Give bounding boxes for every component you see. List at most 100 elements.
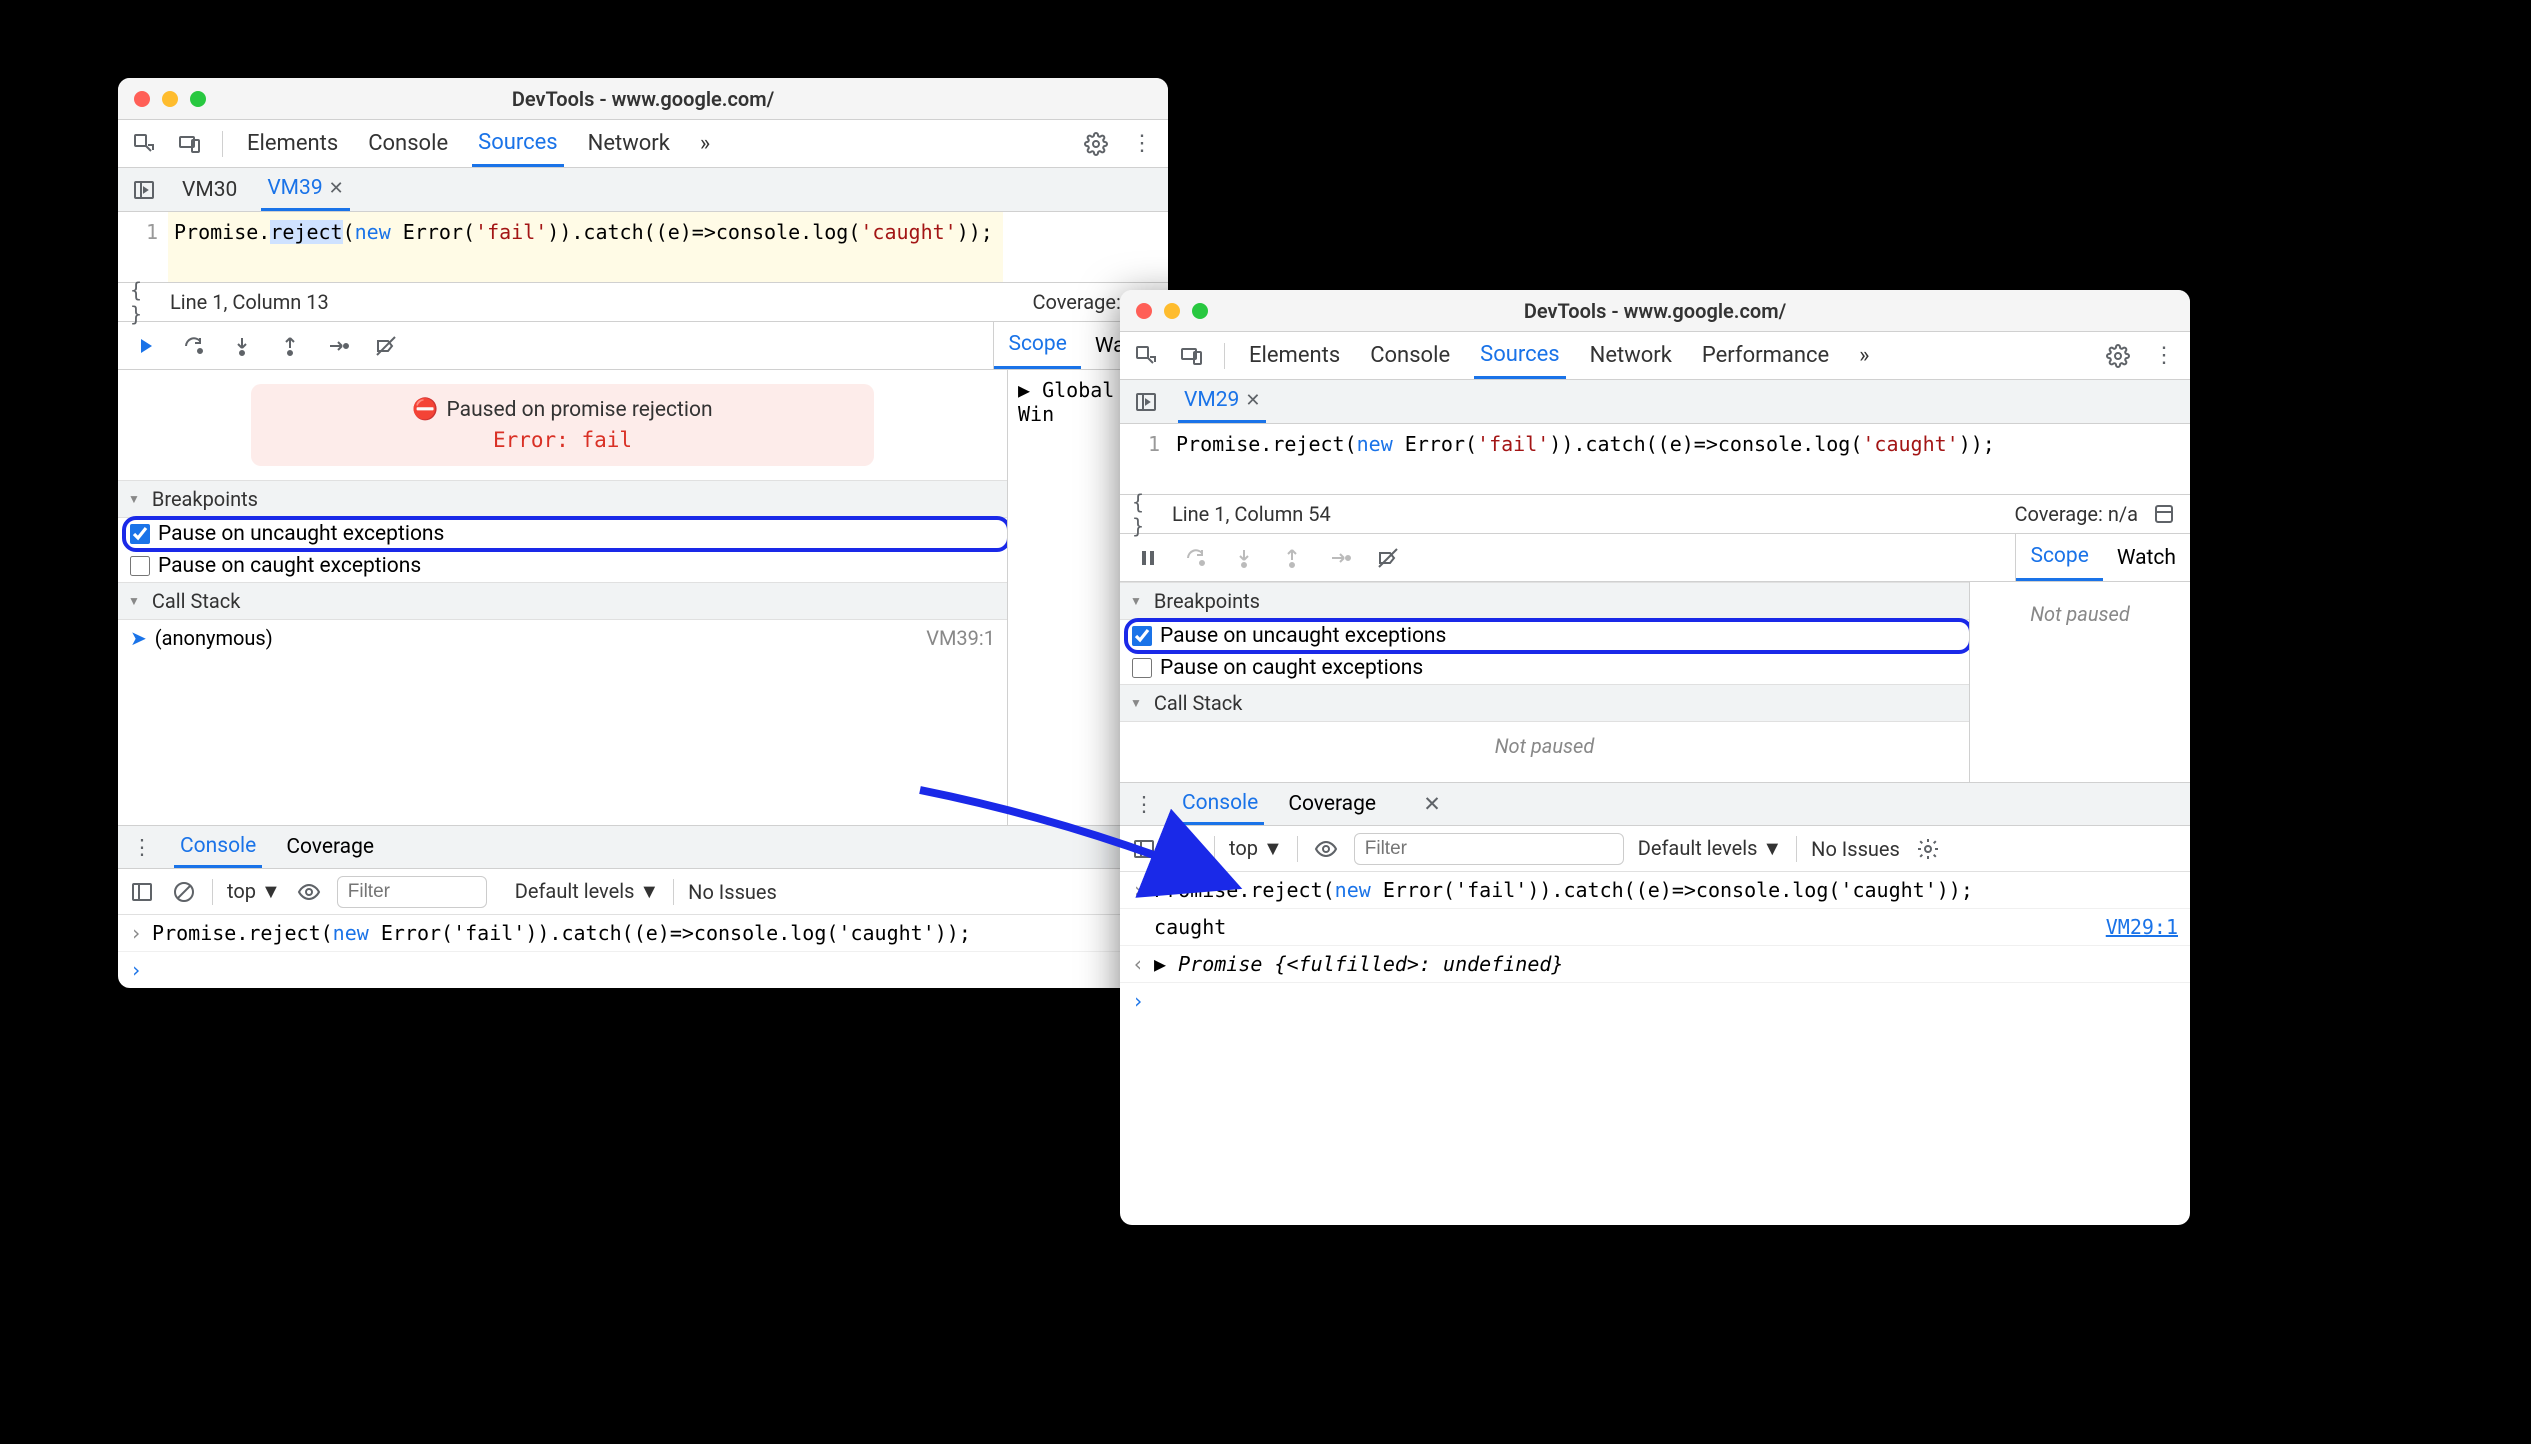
issues-counter[interactable]: No Issues — [688, 880, 777, 904]
tab-console[interactable]: Console — [1364, 332, 1456, 379]
step-into-icon[interactable] — [228, 332, 256, 360]
deactivate-breakpoints-icon[interactable] — [1374, 544, 1402, 572]
file-tab-vm29[interactable]: VM29 ✕ — [1178, 380, 1266, 423]
console-prompt[interactable]: › — [118, 952, 1168, 988]
issues-counter[interactable]: No Issues — [1811, 837, 1900, 861]
file-tabbar: VM30 VM39 ✕ — [118, 168, 1168, 212]
console-sidebar-toggle-icon[interactable] — [128, 878, 156, 906]
console-prompt[interactable]: › — [1120, 983, 2190, 1019]
tabs-overflow-button[interactable]: » — [1853, 332, 1875, 379]
maximize-window-button[interactable] — [1192, 303, 1208, 319]
code-line[interactable]: Promise.reject(new Error('fail')).catch(… — [1170, 424, 2005, 494]
more-menu-icon[interactable]: ⋮ — [1128, 130, 1156, 158]
console-result-line[interactable]: ‹ ▶ Promise {<fulfilled>: undefined} — [1120, 946, 2190, 983]
maximize-window-button[interactable] — [190, 91, 206, 107]
tab-elements[interactable]: Elements — [241, 120, 344, 167]
pause-icon[interactable] — [1134, 544, 1162, 572]
console-settings-gear-icon[interactable] — [1914, 835, 1942, 863]
code-line[interactable]: Promise.reject(new Error('fail')).catch(… — [168, 212, 1003, 282]
scope-not-paused: Not paused — [1980, 590, 2180, 638]
pause-on-uncaught-checkbox[interactable] — [1132, 626, 1152, 646]
inspect-element-icon[interactable] — [130, 130, 158, 158]
editor-statusbar: { } Line 1, Column 13 Coverage: n/a — [118, 282, 1168, 322]
log-levels-selector[interactable]: Default levels ▼ — [1638, 836, 1782, 861]
tab-sources[interactable]: Sources — [472, 120, 564, 167]
console-input-line[interactable]: › Promise.reject(new Error('fail')).catc… — [1120, 872, 2190, 909]
pause-on-caught-checkbox[interactable] — [130, 556, 150, 576]
live-expression-icon[interactable] — [295, 878, 323, 906]
console-filter-input[interactable] — [1354, 833, 1624, 865]
tab-scope[interactable]: Scope — [2016, 534, 2102, 581]
tab-console[interactable]: Console — [362, 120, 454, 167]
callstack-frame[interactable]: ➤ (anonymous) VM39:1 — [118, 620, 1007, 656]
tabs-overflow-button[interactable]: » — [694, 120, 716, 167]
device-toolbar-icon[interactable] — [1178, 342, 1206, 370]
source-editor[interactable]: 1 Promise.reject(new Error('fail')).catc… — [118, 212, 1168, 282]
pretty-print-icon[interactable]: { } — [1132, 500, 1160, 528]
tab-watch[interactable]: Watch — [2103, 534, 2190, 581]
console-sidebar-toggle-icon[interactable] — [1130, 835, 1158, 863]
pause-on-caught-row[interactable]: Pause on caught exceptions — [1120, 652, 1969, 684]
file-tab-vm39[interactable]: VM39 ✕ — [261, 168, 349, 211]
titlebar: DevTools - www.google.com/ — [118, 78, 1168, 120]
pause-on-uncaught-checkbox[interactable] — [130, 524, 150, 544]
drawer-more-icon[interactable]: ⋮ — [1130, 790, 1158, 818]
breakpoints-header[interactable]: Breakpoints — [118, 480, 1007, 518]
tab-performance[interactable]: Performance — [1696, 332, 1835, 379]
minimize-window-button[interactable] — [1164, 303, 1180, 319]
close-window-button[interactable] — [134, 91, 150, 107]
drawer-tab-console[interactable]: Console — [174, 826, 262, 868]
breakpoints-header[interactable]: Breakpoints — [1120, 582, 1969, 620]
clear-console-icon[interactable] — [170, 878, 198, 906]
pause-error-message: Error: fail — [271, 428, 853, 452]
drawer-tab-console[interactable]: Console — [1176, 783, 1264, 825]
step-out-icon[interactable] — [276, 332, 304, 360]
console-context-selector[interactable]: top ▼ — [1229, 836, 1283, 861]
prompt-chevron-icon: › — [1132, 989, 1144, 1013]
device-toolbar-icon[interactable] — [176, 130, 204, 158]
source-editor[interactable]: 1 Promise.reject(new Error('fail')).catc… — [1120, 424, 2190, 494]
pause-on-caught-row[interactable]: Pause on caught exceptions — [118, 550, 1007, 582]
live-expression-icon[interactable] — [1312, 835, 1340, 863]
close-tab-icon[interactable]: ✕ — [329, 178, 344, 199]
tab-network[interactable]: Network — [582, 120, 676, 167]
pause-on-uncaught-row[interactable]: Pause on uncaught exceptions — [118, 518, 1007, 550]
console-input-line[interactable]: › Promise.reject(new Error('fail')).catc… — [118, 915, 1168, 952]
navigator-toggle-icon[interactable] — [130, 176, 158, 204]
traffic-lights — [1136, 303, 1208, 319]
pause-on-uncaught-row[interactable]: Pause on uncaught exceptions — [1120, 620, 1969, 652]
tab-network[interactable]: Network — [1584, 332, 1678, 379]
file-tab-vm30[interactable]: VM30 — [176, 168, 243, 211]
close-tab-icon[interactable]: ✕ — [1245, 390, 1260, 411]
drawer-tab-coverage[interactable]: Coverage — [1282, 783, 1382, 825]
debugger-content: ⛔Paused on promise rejection Error: fail… — [118, 370, 1168, 825]
log-source-link[interactable]: VM29:1 — [2106, 915, 2178, 939]
pretty-print-icon[interactable]: { } — [130, 288, 158, 316]
settings-gear-icon[interactable] — [2104, 342, 2132, 370]
console-filter-input[interactable] — [337, 876, 487, 908]
pause-on-caught-checkbox[interactable] — [1132, 658, 1152, 678]
source-map-icon[interactable] — [2150, 500, 2178, 528]
tab-scope[interactable]: Scope — [994, 322, 1080, 369]
tab-sources[interactable]: Sources — [1474, 332, 1566, 379]
callstack-header[interactable]: Call Stack — [118, 582, 1007, 620]
log-levels-selector[interactable]: Default levels ▼ — [515, 879, 659, 904]
tab-elements[interactable]: Elements — [1243, 332, 1346, 379]
close-drawer-icon[interactable]: ✕ — [1418, 790, 1446, 818]
settings-gear-icon[interactable] — [1082, 130, 1110, 158]
deactivate-breakpoints-icon[interactable] — [372, 332, 400, 360]
drawer-tab-coverage[interactable]: Coverage — [280, 826, 380, 868]
drawer-more-icon[interactable]: ⋮ — [128, 833, 156, 861]
resume-icon[interactable] — [132, 332, 160, 360]
callstack-header[interactable]: Call Stack — [1120, 684, 1969, 722]
minimize-window-button[interactable] — [162, 91, 178, 107]
console-context-selector[interactable]: top ▼ — [227, 879, 281, 904]
step-icon[interactable] — [324, 332, 352, 360]
clear-console-icon[interactable] — [1172, 835, 1200, 863]
inspect-element-icon[interactable] — [1132, 342, 1160, 370]
close-window-button[interactable] — [1136, 303, 1152, 319]
step-over-icon[interactable] — [180, 332, 208, 360]
editor-statusbar: { } Line 1, Column 54 Coverage: n/a — [1120, 494, 2190, 534]
more-menu-icon[interactable]: ⋮ — [2150, 342, 2178, 370]
navigator-toggle-icon[interactable] — [1132, 388, 1160, 416]
